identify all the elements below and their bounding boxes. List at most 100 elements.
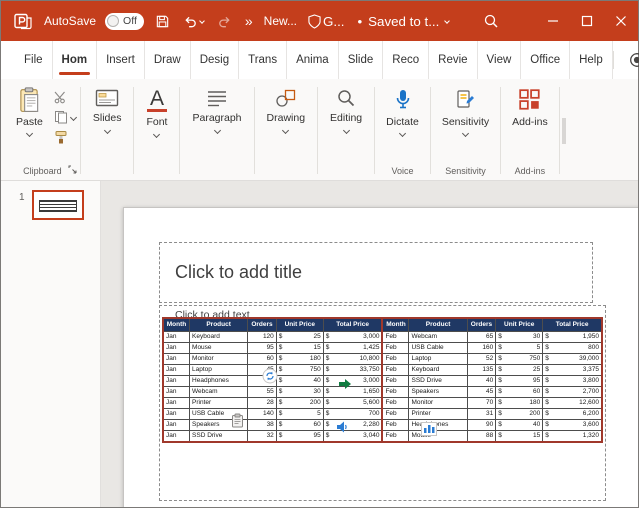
- autosave-toggle[interactable]: Off: [105, 12, 144, 30]
- table-cell: Jan: [162, 386, 191, 398]
- table-cell: Jan: [162, 408, 191, 420]
- tab-slide[interactable]: Slide: [339, 41, 384, 79]
- paragraph-label: Paragraph: [192, 112, 242, 124]
- clipboard-object-icon[interactable]: [231, 413, 244, 428]
- copy-button[interactable]: [54, 110, 77, 124]
- paste-button[interactable]: Paste: [7, 84, 52, 138]
- sensitivity-chevron-icon: [461, 129, 470, 138]
- autosave-label: AutoSave: [44, 14, 97, 28]
- sensitivity-button[interactable]: Sensitivity: [433, 84, 498, 138]
- sync-circle-icon[interactable]: [262, 368, 278, 384]
- close-button[interactable]: [604, 1, 638, 41]
- table-cell: Jan: [162, 364, 191, 376]
- slide-thumbnail-pane: 1: [1, 181, 101, 507]
- table-cell: Jan: [162, 353, 191, 365]
- table-cell: Feb: [381, 353, 410, 365]
- tab-file[interactable]: File: [15, 41, 53, 79]
- table-cell: $200: [495, 408, 544, 420]
- table-cell: Feb: [381, 397, 410, 409]
- tab-insert[interactable]: Insert: [97, 41, 145, 79]
- ribbon: Paste Clipboard Slides A Font Paragraph …: [1, 79, 638, 181]
- table-cell: 70: [466, 397, 497, 409]
- table-row: Jan Webcam 55 $30 $1,650 Feb Speakers 45 $60 $2,7…: [162, 386, 603, 398]
- table-cell: Jan: [162, 397, 191, 409]
- font-label: Font: [146, 116, 168, 128]
- sensitivity-status[interactable]: G...: [306, 12, 346, 31]
- table-cell: $60: [275, 419, 324, 431]
- sales-table[interactable]: Month Product Orders Unit Price Total Price M…: [162, 317, 603, 443]
- clipboard-group: Paste Clipboard: [7, 81, 78, 180]
- font-group-button[interactable]: A Font: [136, 81, 177, 180]
- table-cell: Monitor: [408, 397, 468, 409]
- font-chevron-icon: [153, 130, 161, 139]
- tab-draw[interactable]: Draw: [145, 41, 191, 79]
- table-cell: $180: [275, 353, 324, 365]
- slide-1-thumbnail[interactable]: [31, 190, 84, 220]
- tab-anima[interactable]: Anima: [287, 41, 339, 79]
- tab-trans[interactable]: Trans: [239, 41, 288, 79]
- addins-icon: [519, 89, 540, 110]
- content-placeholder[interactable]: Click to add text Month Product Orders Unit…: [159, 305, 606, 501]
- minimize-button[interactable]: [536, 1, 570, 41]
- drawing-group-button[interactable]: Drawing: [257, 81, 316, 180]
- powerpoint-app-icon[interactable]: [11, 9, 35, 33]
- format-painter-button[interactable]: [54, 130, 76, 144]
- group-separator: [558, 87, 560, 174]
- paste-clipboard-icon: [20, 87, 39, 112]
- table-row: JanLaptop45$750$33,750FebKeyboard135$25$…: [162, 364, 603, 376]
- clipboard-small-buttons: [52, 84, 78, 144]
- slide-canvas[interactable]: Click to add title Click to add text Mon…: [123, 207, 638, 507]
- cut-button[interactable]: [54, 90, 76, 104]
- window-controls: [536, 1, 638, 41]
- editing-group-button[interactable]: Editing: [320, 81, 372, 180]
- dictate-button[interactable]: Dictate: [377, 84, 428, 138]
- addins-button-label: Add-ins: [512, 116, 548, 128]
- table-row: Jan USB Cable 140 $5 $700 Feb Printer 31 $200 $6,…: [162, 408, 603, 420]
- group-separator: [317, 87, 319, 174]
- titlebar: AutoSave Off » New... G... • Saved to t.…: [1, 1, 638, 41]
- table-cell: Headphones: [189, 375, 249, 387]
- slides-group-button[interactable]: Slides: [83, 81, 132, 180]
- redo-button[interactable]: [215, 12, 234, 31]
- undo-icon: [185, 16, 196, 27]
- speaker-icon[interactable]: [335, 420, 349, 434]
- tab-office[interactable]: Office: [521, 41, 571, 79]
- save-button[interactable]: [153, 12, 172, 31]
- table-cell: 65: [466, 331, 497, 343]
- saved-status[interactable]: • Saved to t...: [356, 12, 452, 31]
- save-icon: [156, 15, 169, 27]
- powerpoint-window: AutoSave Off » New... G... • Saved to t.…: [0, 0, 639, 508]
- tab-reco[interactable]: Reco: [383, 41, 430, 79]
- table-cell: USB Cable: [408, 342, 468, 354]
- slides-chevron-icon: [103, 126, 111, 135]
- tab-hom[interactable]: Hom: [53, 41, 98, 79]
- title-placeholder[interactable]: Click to add title: [159, 242, 593, 303]
- table-cell: Feb: [381, 364, 410, 376]
- maximize-button[interactable]: [570, 1, 604, 41]
- tab-revie[interactable]: Revie: [429, 41, 478, 79]
- tab-help[interactable]: Help: [570, 41, 613, 79]
- more-commands-button[interactable]: »: [243, 13, 255, 29]
- group-separator: [429, 87, 431, 174]
- voice-group: Dictate Voice: [377, 81, 428, 180]
- tab-view[interactable]: View: [478, 41, 522, 79]
- clipboard-dialog-launcher[interactable]: [68, 162, 77, 177]
- table-cell: Feb: [381, 386, 410, 398]
- paragraph-chevron-icon: [213, 126, 221, 135]
- table-cell: $25: [275, 331, 324, 343]
- paragraph-group-button[interactable]: Paragraph: [182, 81, 251, 180]
- column-chart-icon[interactable]: [421, 422, 437, 436]
- search-button[interactable]: [481, 11, 501, 31]
- table-cell: SSD Drive: [408, 375, 468, 387]
- dictate-label: Dictate: [386, 116, 419, 128]
- undo-button[interactable]: [181, 12, 206, 31]
- record-button[interactable]: [627, 50, 639, 70]
- format-painter-icon: [55, 131, 67, 144]
- drawing-shapes-icon: [276, 89, 295, 107]
- table-cell: 88: [466, 430, 497, 443]
- addins-button[interactable]: Add-ins: [503, 84, 557, 128]
- table-cell: $200: [275, 397, 324, 409]
- tab-desig[interactable]: Desig: [191, 41, 240, 79]
- slides-label: Slides: [92, 112, 122, 124]
- green-arrow-icon[interactable]: [338, 378, 352, 390]
